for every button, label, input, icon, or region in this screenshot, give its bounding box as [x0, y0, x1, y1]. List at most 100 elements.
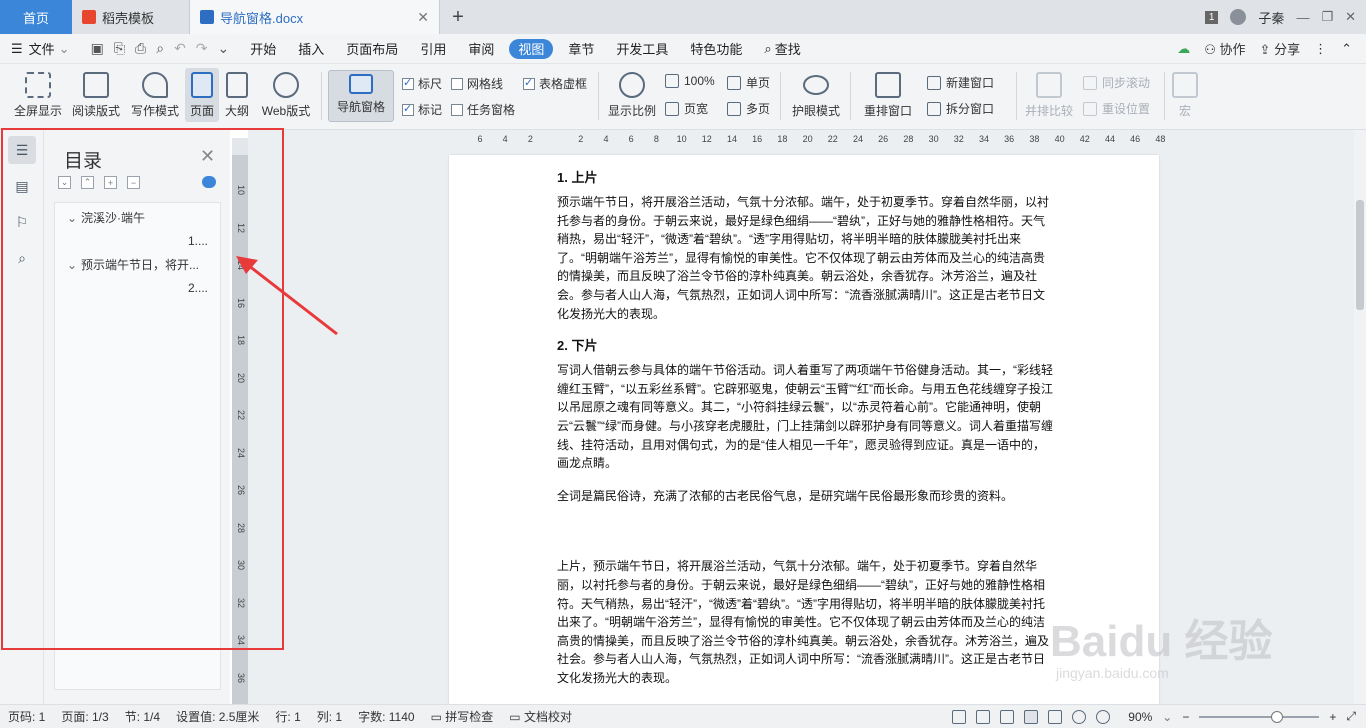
bookmark-icon[interactable]: ⚐ — [8, 208, 36, 236]
proofread-button[interactable]: ▭ 文档校对 — [501, 708, 580, 725]
remove-heading-icon[interactable]: − — [127, 176, 140, 189]
reading-mode-button[interactable]: 阅读版式 — [70, 72, 122, 119]
menu-start[interactable]: 开始 — [239, 34, 287, 64]
expand-all-icon[interactable]: ⌃ — [81, 176, 94, 189]
redo-icon[interactable]: ↷ — [196, 40, 208, 57]
toc-item-page[interactable]: 1.... — [55, 226, 220, 250]
chevron-down-icon[interactable]: ⌄ — [67, 211, 81, 225]
status-col[interactable]: 列: 1 — [309, 708, 350, 725]
sync-scroll-button[interactable]: 同步滚动 — [1083, 74, 1150, 91]
gridlines-checkbox[interactable]: 网格线 — [451, 75, 503, 92]
heading-1[interactable]: 1. 上片 — [557, 169, 1053, 187]
menu-chapter[interactable]: 章节 — [557, 34, 605, 64]
paragraph[interactable]: 上片，预示端午节日，将开展浴兰活动，气氛十分浓郁。端午，处于初夏季节。穿着自然华… — [557, 557, 1053, 687]
print-icon[interactable]: ⎙ — [135, 40, 146, 57]
close-tab-icon[interactable]: ✕ — [417, 9, 429, 26]
status-pages[interactable]: 页面: 1/3 — [53, 708, 116, 725]
outline-view-icon[interactable] — [1048, 709, 1063, 724]
cloud-sync-icon[interactable]: ☁ — [1177, 41, 1190, 57]
file-menu[interactable]: ☰ 文件 ⌄ — [0, 34, 81, 64]
collapse-all-icon[interactable]: ⌄ — [58, 176, 71, 189]
status-setting[interactable]: 设置值: 2.5厘米 — [168, 708, 267, 725]
save-icon[interactable]: ▣ — [91, 40, 104, 57]
web-view-button[interactable]: Web版式 — [258, 72, 314, 119]
table-dash-checkbox[interactable]: 表格虚框 — [523, 75, 587, 92]
multi-page-button[interactable]: 多页 — [727, 100, 770, 117]
print-preview-icon[interactable]: ⌕ — [156, 40, 164, 57]
zoom-in-icon[interactable]: + — [1329, 710, 1336, 724]
menu-layout[interactable]: 页面布局 — [335, 34, 409, 64]
more-icon[interactable]: ⋮ — [1314, 41, 1327, 57]
undo-icon[interactable]: ↶ — [174, 40, 186, 57]
page-view-button[interactable]: 页面 — [185, 68, 219, 122]
menu-reference[interactable]: 引用 — [409, 34, 457, 64]
writing-mode-button[interactable]: 写作模式 — [128, 72, 182, 119]
task-pane-checkbox[interactable]: 任务窗格 — [451, 101, 515, 118]
page-view-icon[interactable] — [1024, 709, 1039, 724]
menu-view[interactable]: 视图 — [509, 38, 554, 59]
find-replace-icon[interactable]: ⌕ — [8, 244, 36, 272]
macro-button[interactable]: 宏 — [1170, 72, 1200, 119]
vertical-scrollbar[interactable] — [1354, 130, 1366, 704]
toc-item-1[interactable]: ⌄ 浣溪沙·端午 — [55, 203, 220, 226]
window-count-badge[interactable]: 1 — [1204, 10, 1219, 24]
close-window-icon[interactable]: ✕ — [1345, 9, 1356, 25]
ruler-checkbox[interactable]: 标尺 — [402, 75, 442, 92]
single-page-button[interactable]: 单页 — [727, 74, 770, 91]
menu-review[interactable]: 审阅 — [457, 34, 505, 64]
nav-toggle-icon[interactable] — [202, 176, 216, 188]
tab-home[interactable]: 首页 — [0, 0, 72, 34]
toc-item-page[interactable]: 2.... — [55, 273, 220, 297]
minimize-icon[interactable]: — — [1296, 10, 1309, 25]
document-content[interactable]: 1. 上片 预示端午节日，将开展浴兰活动，气氛十分浓郁。端午，处于初夏季节。穿着… — [557, 169, 1053, 687]
tab-template[interactable]: 稻壳模板 — [72, 0, 190, 34]
restore-icon[interactable]: ❐ — [1321, 9, 1333, 25]
eye-mode-button[interactable]: 护眼模式 — [788, 72, 844, 119]
zoom-100-button[interactable]: 100% — [665, 74, 715, 88]
toc-item-2[interactable]: ⌄ 预示端午节日，将开... — [55, 250, 220, 273]
spell-check-button[interactable]: ▭ 拼写检查 — [423, 708, 502, 725]
split-window-button[interactable]: 拆分窗口 — [927, 100, 994, 117]
fullscreen-view-icon[interactable] — [952, 709, 967, 724]
outline-button[interactable]: 大纲 — [222, 72, 252, 119]
new-tab-button[interactable]: + — [440, 0, 476, 34]
read-view-icon[interactable] — [976, 709, 991, 724]
menu-devtools[interactable]: 开发工具 — [605, 34, 679, 64]
new-window-button[interactable]: 新建窗口 — [927, 74, 994, 91]
zoom-button[interactable]: 显示比例 — [605, 72, 659, 119]
document-page[interactable]: 1. 上片 预示端午节日，将开展浴兰活动，气氛十分浓郁。端午，处于初夏季节。穿着… — [449, 155, 1159, 704]
menu-find[interactable]: ⌕ 查找 — [753, 34, 811, 64]
web-view-icon[interactable] — [1072, 709, 1087, 724]
rearrange-windows-button[interactable]: 重排窗口 — [858, 72, 918, 119]
format-painter-icon[interactable]: ⎘ — [114, 40, 125, 57]
chapter-icon[interactable]: ▤ — [8, 172, 36, 200]
menu-features[interactable]: 特色功能 — [679, 34, 753, 64]
write-view-icon[interactable] — [1000, 709, 1015, 724]
eye-view-icon[interactable] — [1096, 709, 1111, 724]
more-chevron-icon[interactable]: ⌄ — [218, 40, 230, 57]
add-heading-icon[interactable]: + — [104, 176, 117, 189]
status-page-number[interactable]: 页码: 1 — [0, 708, 53, 725]
page-width-button[interactable]: 页宽 — [665, 100, 708, 117]
paragraph[interactable]: 预示端午节日，将开展浴兰活动，气氛十分浓郁。端午，处于初夏季节。穿着自然华丽，以… — [557, 193, 1053, 323]
status-row[interactable]: 行: 1 — [267, 708, 308, 725]
status-words[interactable]: 字数: 1140 — [350, 708, 422, 725]
reset-position-button[interactable]: 重设位置 — [1083, 100, 1150, 117]
user-name[interactable]: 子秦 — [1258, 8, 1284, 27]
nav-pane-button[interactable]: 导航窗格 — [328, 70, 394, 122]
paragraph[interactable]: 写词人借朝云参与具体的端午节俗活动。词人着重写了两项端午节俗健身活动。其一，“彩… — [557, 361, 1053, 473]
avatar[interactable] — [1230, 9, 1247, 25]
zoom-out-icon[interactable]: − — [1182, 710, 1189, 724]
zoom-dropdown-icon[interactable]: ⌄ — [1162, 710, 1172, 724]
scroll-thumb[interactable] — [1356, 200, 1364, 310]
mark-checkbox[interactable]: 标记 — [402, 101, 442, 118]
status-section[interactable]: 节: 1/4 — [117, 708, 168, 725]
collab-button[interactable]: ⚇ 协作 — [1204, 39, 1245, 58]
zoom-slider-knob[interactable] — [1270, 710, 1283, 723]
toc-icon[interactable]: ☰ — [8, 136, 36, 164]
close-icon[interactable]: ✕ — [200, 146, 215, 167]
paragraph[interactable]: 全词是篇民俗诗，充满了浓郁的古老民俗气息，是研究端午民俗最形象而珍贵的资料。 — [557, 487, 1053, 506]
zoom-slider[interactable] — [1199, 710, 1320, 723]
share-button[interactable]: ⇪ 分享 — [1260, 39, 1301, 58]
chevron-down-icon[interactable]: ⌄ — [67, 258, 81, 272]
